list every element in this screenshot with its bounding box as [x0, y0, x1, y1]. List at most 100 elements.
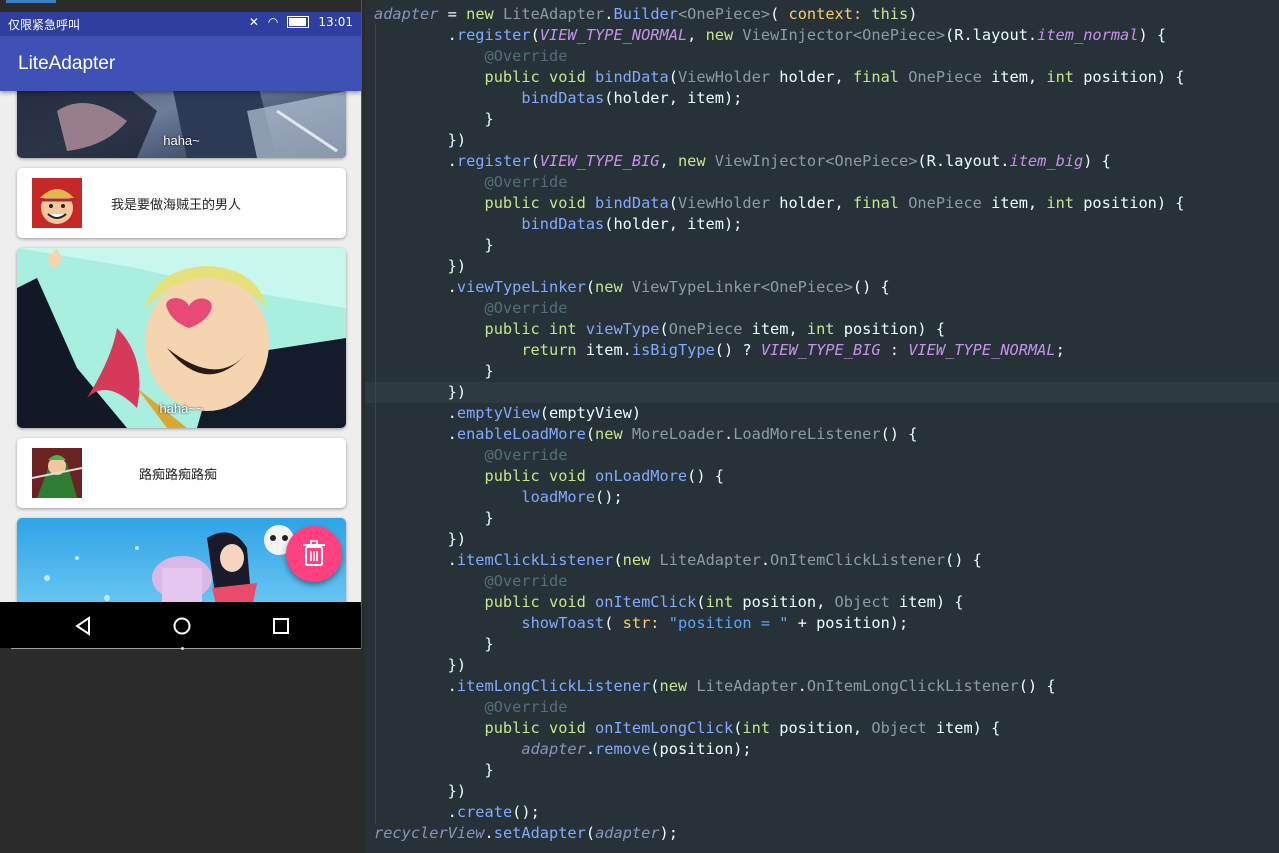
recents-icon[interactable]: [270, 615, 292, 637]
code-token: loadMore: [521, 488, 596, 506]
code-line[interactable]: @Override: [374, 46, 1185, 67]
code-token: (: [585, 425, 596, 443]
code-line[interactable]: }): [374, 382, 1185, 403]
code-line[interactable]: @Override: [374, 172, 1185, 193]
home-icon[interactable]: [171, 615, 193, 637]
code-line[interactable]: }: [374, 235, 1185, 256]
delete-fab-button[interactable]: [286, 526, 342, 582]
code-token: new: [595, 425, 632, 443]
code-line[interactable]: adapter.remove(position);: [374, 739, 1185, 760]
code-token: .: [760, 551, 771, 569]
app-bar: LiteAdapter: [0, 36, 361, 91]
battery-icon: [287, 16, 310, 28]
code-line[interactable]: public void onItemLongClick(int position…: [374, 718, 1185, 739]
code-token: position) {: [843, 320, 946, 338]
code-line[interactable]: @Override: [374, 697, 1185, 718]
code-token: context:: [788, 5, 872, 23]
code-line[interactable]: .emptyView(emptyView): [374, 403, 1185, 424]
code-token: ,: [687, 26, 706, 44]
code-token: ,: [659, 152, 678, 170]
code-token: () {: [945, 551, 982, 569]
code-line[interactable]: .register(VIEW_TYPE_BIG, new ViewInjecto…: [374, 151, 1185, 172]
status-time: 13:01: [318, 15, 353, 29]
code-token: }: [374, 236, 494, 254]
code-line[interactable]: }): [374, 130, 1185, 151]
code-line[interactable]: }): [374, 256, 1185, 277]
code-line[interactable]: loadMore();: [374, 487, 1185, 508]
code-line[interactable]: }): [374, 529, 1185, 550]
code-line[interactable]: .itemLongClickListener(new LiteAdapter.O…: [374, 676, 1185, 697]
code-token: remove: [595, 740, 651, 758]
code-token: public void: [374, 68, 596, 86]
emulator-panel: 仅限紧急呼叫 ✕ ◠ 13:01 LiteAdapter haha~ 我是要做海…: [0, 0, 365, 853]
code-token: ();: [512, 803, 540, 821]
code-token: ) {: [1138, 26, 1167, 44]
mute-icon: ✕: [248, 15, 259, 29]
code-line[interactable]: public void onItemClick(int position, Ob…: [374, 592, 1185, 613]
list-item-normal[interactable]: 路痴路痴路痴: [17, 438, 346, 508]
code-token: int: [742, 719, 780, 737]
code-token: int: [1046, 194, 1084, 212]
code-editor[interactable]: adapter = new LiteAdapter. Builder<OnePie…: [365, 0, 1279, 853]
code-token: (holder, item);: [604, 215, 743, 233]
list-item-big[interactable]: haha~~: [17, 248, 346, 428]
code-line[interactable]: return item.isBigType() ? VIEW_TYPE_BIG …: [374, 340, 1185, 361]
code-line[interactable]: }: [374, 508, 1185, 529]
code-token: emptyView: [456, 404, 540, 422]
code-token: holder,: [779, 194, 853, 212]
code-line[interactable]: }: [374, 760, 1185, 781]
list-item-normal[interactable]: 我是要做海贼王的男人: [17, 168, 346, 238]
code-line[interactable]: @Override: [374, 445, 1185, 466]
code-token: () {: [852, 278, 890, 296]
code-token: isBigType: [631, 341, 715, 359]
code-line[interactable]: }): [374, 781, 1185, 802]
code-token: .: [724, 425, 734, 443]
back-icon[interactable]: [72, 615, 94, 637]
code-token: adapter: [521, 740, 586, 758]
code-line[interactable]: .create();: [374, 802, 1185, 823]
code-content[interactable]: adapter = new LiteAdapter. Builder<OnePie…: [374, 4, 1185, 844]
code-token: register: [456, 152, 531, 170]
code-token: LiteAdapter: [659, 551, 761, 569]
code-token: item) {: [898, 593, 964, 611]
code-token: VIEW_TYPE_BIG: [539, 152, 660, 170]
code-token: VIEW_TYPE_NORMAL: [908, 341, 1056, 359]
code-token: <OnePiece>: [677, 5, 771, 23]
code-line[interactable]: }: [374, 109, 1185, 130]
item-thumbnail: [32, 178, 82, 228]
code-line[interactable]: public void bindData(ViewHolder holder, …: [374, 193, 1185, 214]
phone-screen: 仅限紧急呼叫 ✕ ◠ 13:01 LiteAdapter haha~ 我是要做海…: [0, 0, 362, 648]
list-item-big[interactable]: haha~: [17, 91, 346, 158]
code-line[interactable]: }: [374, 361, 1185, 382]
code-line[interactable]: bindDatas(holder, item);: [374, 88, 1185, 109]
code-token: (: [613, 551, 623, 569]
code-line[interactable]: }: [374, 634, 1185, 655]
code-line[interactable]: adapter = new LiteAdapter.Builder<OnePie…: [374, 4, 1185, 25]
code-line[interactable]: .register(VIEW_TYPE_NORMAL, new ViewInje…: [374, 25, 1185, 46]
item-label: 我是要做海贼王的男人: [111, 198, 242, 213]
code-token: int: [705, 593, 743, 611]
code-line[interactable]: showToast( str: "position = " + position…: [374, 613, 1185, 634]
code-line[interactable]: public void onLoadMore() {: [374, 466, 1185, 487]
code-line[interactable]: public void bindData(ViewHolder holder, …: [374, 67, 1185, 88]
trash-icon: [303, 540, 325, 566]
code-line[interactable]: bindDatas(holder, item);: [374, 214, 1185, 235]
code-line[interactable]: .enableLoadMore(new MoreLoader.LoadMoreL…: [374, 424, 1185, 445]
code-token: }: [374, 362, 494, 380]
code-token: bindData: [595, 68, 669, 86]
code-token: final: [852, 68, 909, 86]
code-line[interactable]: }): [374, 655, 1185, 676]
code-line[interactable]: @Override: [374, 571, 1185, 592]
code-line[interactable]: recyclerView.setAdapter(adapter);: [374, 823, 1185, 844]
code-line[interactable]: public int viewType(OnePiece item, int p…: [374, 319, 1185, 340]
code-token: str:: [622, 614, 669, 632]
code-line[interactable]: @Override: [374, 298, 1185, 319]
item-caption: haha~~: [159, 401, 204, 416]
code-token: OnePiece: [668, 320, 752, 338]
code-token: onLoadMore: [595, 467, 688, 485]
code-line[interactable]: .viewTypeLinker(new ViewTypeLinker<OnePi…: [374, 277, 1185, 298]
code-line[interactable]: .itemClickListener(new LiteAdapter.OnIte…: [374, 550, 1185, 571]
